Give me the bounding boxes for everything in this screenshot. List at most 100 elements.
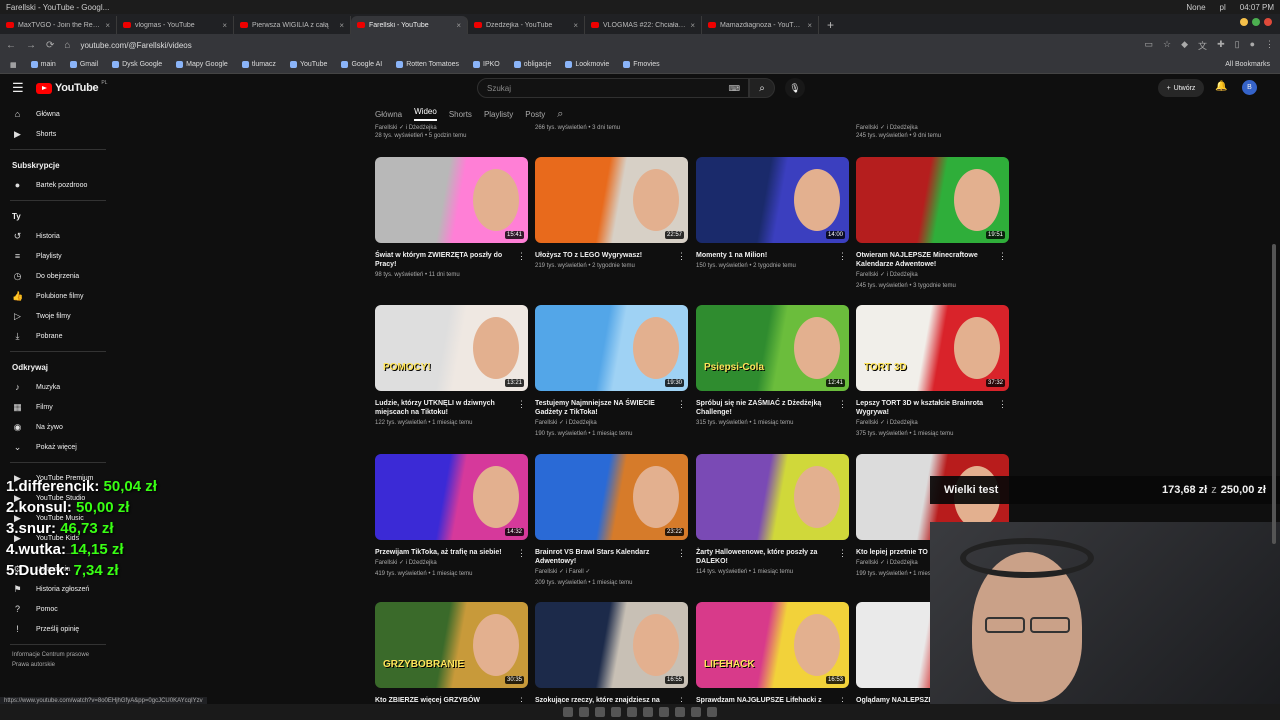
browser-tab[interactable]: vlogmas - YouTube ×	[117, 16, 234, 34]
forward-icon[interactable]: →	[26, 40, 36, 51]
video-thumbnail[interactable]: 19:30	[535, 305, 688, 391]
video-thumbnail[interactable]: 22:57	[535, 157, 688, 243]
more-actions-icon[interactable]: ⋮	[677, 548, 686, 559]
video-title[interactable]: Świat w którym ZWIERZĘTA poszły do Pracy…	[375, 251, 528, 269]
url-field[interactable]: youtube.com/@Farellski/videos	[80, 41, 1134, 50]
sidebar-item-prześlij-opinię[interactable]: ! Prześlij opinię	[0, 619, 116, 639]
video-thumbnail[interactable]: TORT 3D 37:32	[856, 305, 1009, 391]
sidebar-item-muzyka[interactable]: ♪ Muzyka	[0, 377, 116, 397]
sidebar-item-historia-zgłoszeń[interactable]: ⚑ Historia zgłoszeń	[0, 579, 116, 599]
video-card[interactable]: 15:41 Świat w którym ZWIERZĘTA poszły do …	[375, 157, 528, 280]
tab-główna[interactable]: Główna	[375, 110, 402, 119]
more-actions-icon[interactable]: ⋮	[998, 251, 1007, 262]
reload-icon[interactable]: ⟳	[46, 40, 54, 51]
bookmark-item[interactable]: main	[30, 61, 56, 68]
video-title[interactable]: Żarty Halloweenowe, które poszły za DALE…	[696, 548, 849, 566]
video-card[interactable]: 23:22 Brainrot VS Brawl Stars Kalendarz A…	[535, 454, 688, 588]
apps-grid-icon[interactable]: ▦	[10, 61, 17, 69]
tab-playlisty[interactable]: Playlisty	[484, 110, 513, 119]
sidebar-item-główna[interactable]: ⌂ Główna	[0, 104, 116, 124]
close-tab-icon[interactable]: ×	[807, 21, 812, 30]
bookmark-item[interactable]: Lookmovie	[565, 61, 609, 68]
browser-tab[interactable]: Mamazdiagnoza - YouTube ×	[702, 16, 819, 34]
video-thumbnail[interactable]: 16:55	[535, 602, 688, 688]
bookmark-item[interactable]: Google AI	[341, 61, 382, 68]
create-button[interactable]: + Utwórz	[1158, 79, 1204, 97]
search-button[interactable]: ⌕	[749, 78, 775, 98]
sidebar-item-shorts[interactable]: ▶ Shorts	[0, 124, 116, 144]
avatar[interactable]: B	[1242, 80, 1257, 95]
more-actions-icon[interactable]: ⋮	[838, 548, 847, 559]
video-thumbnail[interactable]: POMOCY! 13:21	[375, 305, 528, 391]
sidebar-item-polubione-filmy[interactable]: 👍 Polubione filmy	[0, 286, 116, 306]
video-card[interactable]: GRZYBOBRANIE 30:35 Kto ZBIERZE więcej GRZY…	[375, 602, 528, 714]
all-bookmarks[interactable]: All Bookmarks	[1225, 61, 1270, 68]
footer-links[interactable]: Informacje Centrum prasowe	[0, 650, 116, 660]
video-channel[interactable]: Farellski ✓ i Farell ✓	[535, 568, 688, 577]
close-tab-icon[interactable]: ×	[690, 21, 695, 30]
bookmark-item[interactable]: Mapy Google	[176, 61, 228, 68]
more-actions-icon[interactable]: ⋮	[838, 251, 847, 262]
sidebar-item-pomoc[interactable]: ? Pomoc	[0, 599, 116, 619]
bookmark-item[interactable]: Gmail	[69, 61, 98, 68]
more-actions-icon[interactable]: ⋮	[838, 399, 847, 410]
tab-wideo[interactable]: Wideo	[414, 107, 437, 121]
files-icon[interactable]	[563, 707, 573, 717]
sidebar-item-playlisty[interactable]: ≡ Playlisty	[0, 246, 116, 266]
more-actions-icon[interactable]: ⋮	[677, 399, 686, 410]
video-card[interactable]: POMOCY! 13:21 Ludzie, którzy UTKNĘLI w dzi…	[375, 305, 528, 428]
footer-links[interactable]: Prawa autorskie	[0, 660, 116, 670]
terminal-icon[interactable]	[579, 707, 589, 717]
video-card[interactable]: 16:55 Szokujące rzeczy, które znajdziesz …	[535, 602, 688, 706]
minimize-button[interactable]	[1240, 18, 1248, 26]
bookmark-item[interactable]: IPKO	[473, 61, 500, 68]
menu-icon[interactable]: ☰	[12, 80, 32, 96]
channel-search-icon[interactable]: ⌕	[557, 108, 563, 121]
video-channel[interactable]: Farellski ✓ i Dżedżejka	[375, 124, 466, 132]
video-title[interactable]: Ułożysz TO z LEGO Wygrywasz!	[535, 251, 688, 260]
menu-dots-icon[interactable]: ⋮	[1265, 39, 1274, 52]
sidebar-item-twoje-filmy[interactable]: ▷ Twoje filmy	[0, 306, 116, 326]
browser-tab[interactable]: Pierwsza WIGILIA z całą ×	[234, 16, 351, 34]
tab-posty[interactable]: Posty	[525, 110, 545, 119]
subscriptions-header[interactable]: Subskrypcje	[0, 155, 116, 175]
video-card[interactable]: 19:51 Otwieram NAJLEPSZE Minecraftowe Kal…	[856, 157, 1009, 291]
sidebar-item-pobrane[interactable]: ⤓ Pobrane	[0, 326, 116, 346]
more-actions-icon[interactable]: ⋮	[998, 399, 1007, 410]
close-tab-icon[interactable]: ×	[339, 21, 344, 30]
bookmark-item[interactable]: obligacje	[513, 61, 551, 68]
video-channel[interactable]: Farellski ✓ i Dżedżejka	[856, 419, 1009, 428]
video-thumbnail[interactable]: 15:41	[375, 157, 528, 243]
bookmark-item[interactable]: tlumacz	[241, 61, 276, 68]
new-tab-button[interactable]: +	[819, 16, 842, 34]
close-window-button[interactable]	[1264, 18, 1272, 26]
search-input[interactable]: Szukaj ⌨	[477, 78, 749, 98]
chat-icon[interactable]	[611, 707, 621, 717]
subscription-item[interactable]: ● Bartek pozdrooo	[0, 175, 116, 195]
video-card[interactable]: Psiepsi-Cola 12:41 Spróbuj się nie ZAŚMIAĆ…	[696, 305, 849, 428]
video-card[interactable]: 14:32 Przewijam TikToka, aż trafię na sie…	[375, 454, 528, 579]
video-title[interactable]: Przewijam TikToka, aż trafię na siebie!	[375, 548, 528, 557]
profile-icon[interactable]: ●	[1250, 39, 1255, 52]
steam-icon[interactable]	[643, 707, 653, 717]
video-title[interactable]: Brainrot VS Brawl Stars Kalendarz Adwent…	[535, 548, 688, 566]
sidebar-item-na-żywo[interactable]: ◉ Na żywo	[0, 417, 116, 437]
close-tab-icon[interactable]: ×	[456, 21, 461, 30]
video-card[interactable]: 19:30 Testujemy Najmniejsze NA ŚWIECIE Ga…	[535, 305, 688, 439]
video-title[interactable]: Momenty 1 na Milion!	[696, 251, 849, 260]
more-actions-icon[interactable]: ⋮	[677, 251, 686, 262]
browser-icon[interactable]	[595, 707, 605, 717]
sidebar-item-historia[interactable]: ↺ Historia	[0, 226, 116, 246]
sidepanel-icon[interactable]: ▯	[1235, 39, 1240, 52]
video-card[interactable]: LIFEHACK 16:53 Sprawdzam NAJGŁUPSZE Lifeha…	[696, 602, 849, 706]
bookmark-item[interactable]: Dysk Google	[112, 61, 162, 68]
extension-icon[interactable]: ◆	[1181, 39, 1188, 52]
explore-header[interactable]: Odkrywaj	[0, 357, 116, 377]
voice-search-button[interactable]: 🎙	[785, 78, 805, 98]
close-tab-icon[interactable]: ×	[573, 21, 578, 30]
bookmark-star-icon[interactable]: ☆	[1163, 39, 1171, 52]
video-card[interactable]: 14:00 Momenty 1 na Milion! 150 tys. wyświe…	[696, 157, 849, 271]
sidebar-item-do-obejrzenia[interactable]: ◷ Do obejrzenia	[0, 266, 116, 286]
video-thumbnail[interactable]: 19:51	[856, 157, 1009, 243]
bookmark-item[interactable]: YouTube	[289, 61, 327, 68]
